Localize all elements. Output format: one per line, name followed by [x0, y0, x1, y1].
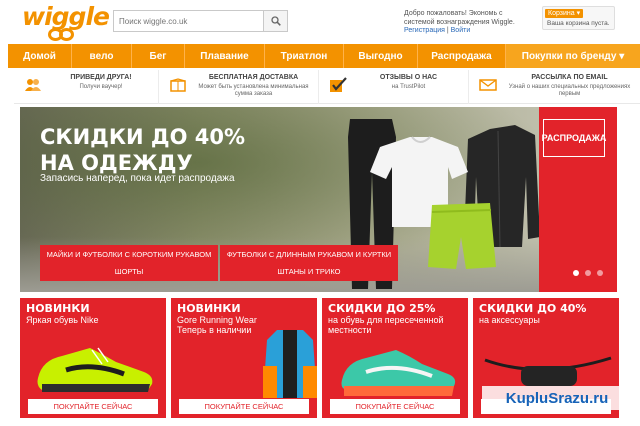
- usp-bar: ПРИВЕДИ ДРУГА! Получи ваучер! БЕСПЛАТНАЯ…: [14, 70, 640, 104]
- tile-subtitle: Gore Running Wear Теперь в наличии: [177, 315, 257, 335]
- search-input[interactable]: [114, 11, 264, 31]
- usp-title: ПРИВЕДИ ДРУГА!: [70, 74, 132, 81]
- jacket-image: [263, 330, 317, 398]
- search-box: [113, 10, 288, 32]
- nav-item-home[interactable]: Домой: [8, 44, 72, 68]
- watermark: KupluSrazu.ru: [482, 386, 632, 410]
- usp-free-delivery[interactable]: БЕСПЛАТНАЯ ДОСТАВКА Может быть установле…: [159, 70, 319, 104]
- usp-text: на TrustPilot: [391, 84, 426, 90]
- logo-text: wiggle: [22, 2, 110, 31]
- search-icon: [270, 16, 281, 26]
- basket-label: Корзина: [548, 10, 575, 17]
- basket-widget[interactable]: Корзина ▾ Ваша корзина пуста.: [542, 6, 615, 30]
- nav-item-shop-by-brand[interactable]: Покупки по бренду ▾: [506, 44, 640, 68]
- tile-subtitle: на обувь для пересеченной местности: [328, 315, 444, 335]
- people-icon: [24, 77, 42, 93]
- hero-title: СКИДКИ ДО 40% НА ОДЕЖДУ: [40, 124, 245, 176]
- usp-refer-friend[interactable]: ПРИВЕДИ ДРУГА! Получи ваучер!: [14, 70, 159, 104]
- logo-rings-icon: [48, 28, 78, 42]
- nav-item-label: Бег: [149, 50, 167, 62]
- welcome-line-1: Добро пожаловать! Экономь с: [404, 10, 503, 17]
- shoe-image: [37, 347, 153, 392]
- usp-text: Может быть установлена минимальная сумма…: [198, 84, 309, 97]
- delivery-box-icon: [169, 77, 187, 93]
- basket-status: Ваша корзина пуста.: [547, 20, 610, 27]
- trail-shoe-image: [341, 350, 456, 396]
- shop-now-button[interactable]: ПОКУПАЙТЕ СЕЙЧАС: [179, 399, 309, 414]
- envelope-icon: [479, 77, 497, 93]
- tile-title: СКИДКИ ДО 40%: [479, 302, 587, 315]
- promo-tile-trail-shoes[interactable]: СКИДКИ ДО 25% на обувь для пересеченной …: [322, 298, 468, 418]
- nav-item-triathlon[interactable]: Триатлон: [265, 44, 344, 68]
- hero-title-line-1: СКИДКИ ДО 40%: [40, 125, 246, 149]
- nav-item-deals[interactable]: Выгодно: [344, 44, 418, 68]
- promo-tile-gore-running[interactable]: НОВИНКИ Gore Running Wear Теперь в налич…: [171, 298, 317, 418]
- usp-reviews[interactable]: ОТЗЫВЫ О НАС на TrustPilot: [319, 70, 469, 104]
- checkmark-icon: [329, 77, 347, 93]
- main-nav: Домой вело Бег Плавание Триатлон Выгодно…: [8, 44, 640, 68]
- nav-item-swimming[interactable]: Плавание: [185, 44, 265, 68]
- tile-title: НОВИНКИ: [26, 302, 90, 315]
- nav-item-label: Выгодно: [358, 50, 403, 62]
- usp-text: Узнай о наших специальных предложениях п…: [508, 84, 631, 97]
- tile-subtitle: на аксессуары: [479, 315, 540, 325]
- slide-dot[interactable]: [573, 270, 579, 276]
- sale-flag-label: РАСПРОДАЖА: [542, 119, 606, 157]
- nav-item-label: Плавание: [200, 50, 249, 62]
- nav-item-label: Покупки по бренду: [521, 50, 617, 62]
- slide-indicator: [573, 270, 613, 278]
- slide-dot[interactable]: [597, 270, 603, 276]
- register-link[interactable]: Регистрация: [404, 27, 445, 34]
- page: wiggle Добро пожаловать! Экономь с систе…: [0, 0, 640, 426]
- nav-item-label: вело: [89, 50, 114, 62]
- chevron-down-icon: ▾: [576, 10, 581, 17]
- shop-now-button[interactable]: ПОКУПАЙТЕ СЕЙЧАС: [28, 399, 158, 414]
- hero-subtitle: Запасись наперед, пока идет распродажа: [40, 173, 235, 184]
- hero-button-pants[interactable]: ШТАНЫ И ТРИКО: [220, 262, 398, 281]
- nav-item-label: Распродажа: [431, 50, 492, 62]
- usp-email-newsletter[interactable]: РАССЫЛКА ПО EMAIL Узнай о наших специаль…: [469, 70, 640, 104]
- usp-title: БЕСПЛАТНАЯ ДОСТАВКА: [208, 74, 299, 81]
- hero-banner[interactable]: СКИДКИ ДО 40% НА ОДЕЖДУ Запасись наперед…: [20, 107, 617, 292]
- hero-button-shorts[interactable]: ШОРТЫ: [40, 262, 218, 281]
- promo-tile-nike-shoes[interactable]: НОВИНКИ Яркая обувь Nike ПОКУПАЙТЕ СЕЙЧА…: [20, 298, 166, 418]
- tile-title: НОВИНКИ: [177, 302, 241, 315]
- usp-title: ОТЗЫВЫ О НАС: [379, 74, 438, 81]
- usp-title: РАССЫЛКА ПО EMAIL: [531, 74, 608, 81]
- nav-item-cycling[interactable]: вело: [72, 44, 132, 68]
- nav-item-label: Триатлон: [280, 50, 328, 62]
- nav-item-running[interactable]: Бег: [132, 44, 185, 68]
- welcome-line-2: системой вознаграждения Wiggle.: [404, 18, 515, 26]
- tile-subtitle: Яркая обувь Nike: [26, 315, 99, 325]
- tile-title: СКИДКИ ДО 25%: [328, 302, 436, 315]
- login-link[interactable]: Войти: [451, 27, 471, 34]
- search-button[interactable]: [263, 11, 287, 31]
- chevron-down-icon: ▾: [619, 50, 625, 62]
- slide-dot[interactable]: [585, 270, 591, 276]
- wiggle-logo[interactable]: wiggle: [22, 2, 110, 42]
- nav-item-sale[interactable]: Распродажа: [418, 44, 506, 68]
- nav-item-label: Домой: [23, 50, 56, 62]
- basket-button[interactable]: Корзина ▾: [545, 9, 584, 18]
- shop-now-button[interactable]: ПОКУПАЙТЕ СЕЙЧАС: [330, 399, 460, 414]
- usp-text: Получи ваучер!: [79, 84, 123, 90]
- sale-flag[interactable]: РАСПРОДАЖА: [539, 107, 617, 292]
- welcome-text: Добро пожаловать! Экономь с системой воз…: [404, 10, 539, 36]
